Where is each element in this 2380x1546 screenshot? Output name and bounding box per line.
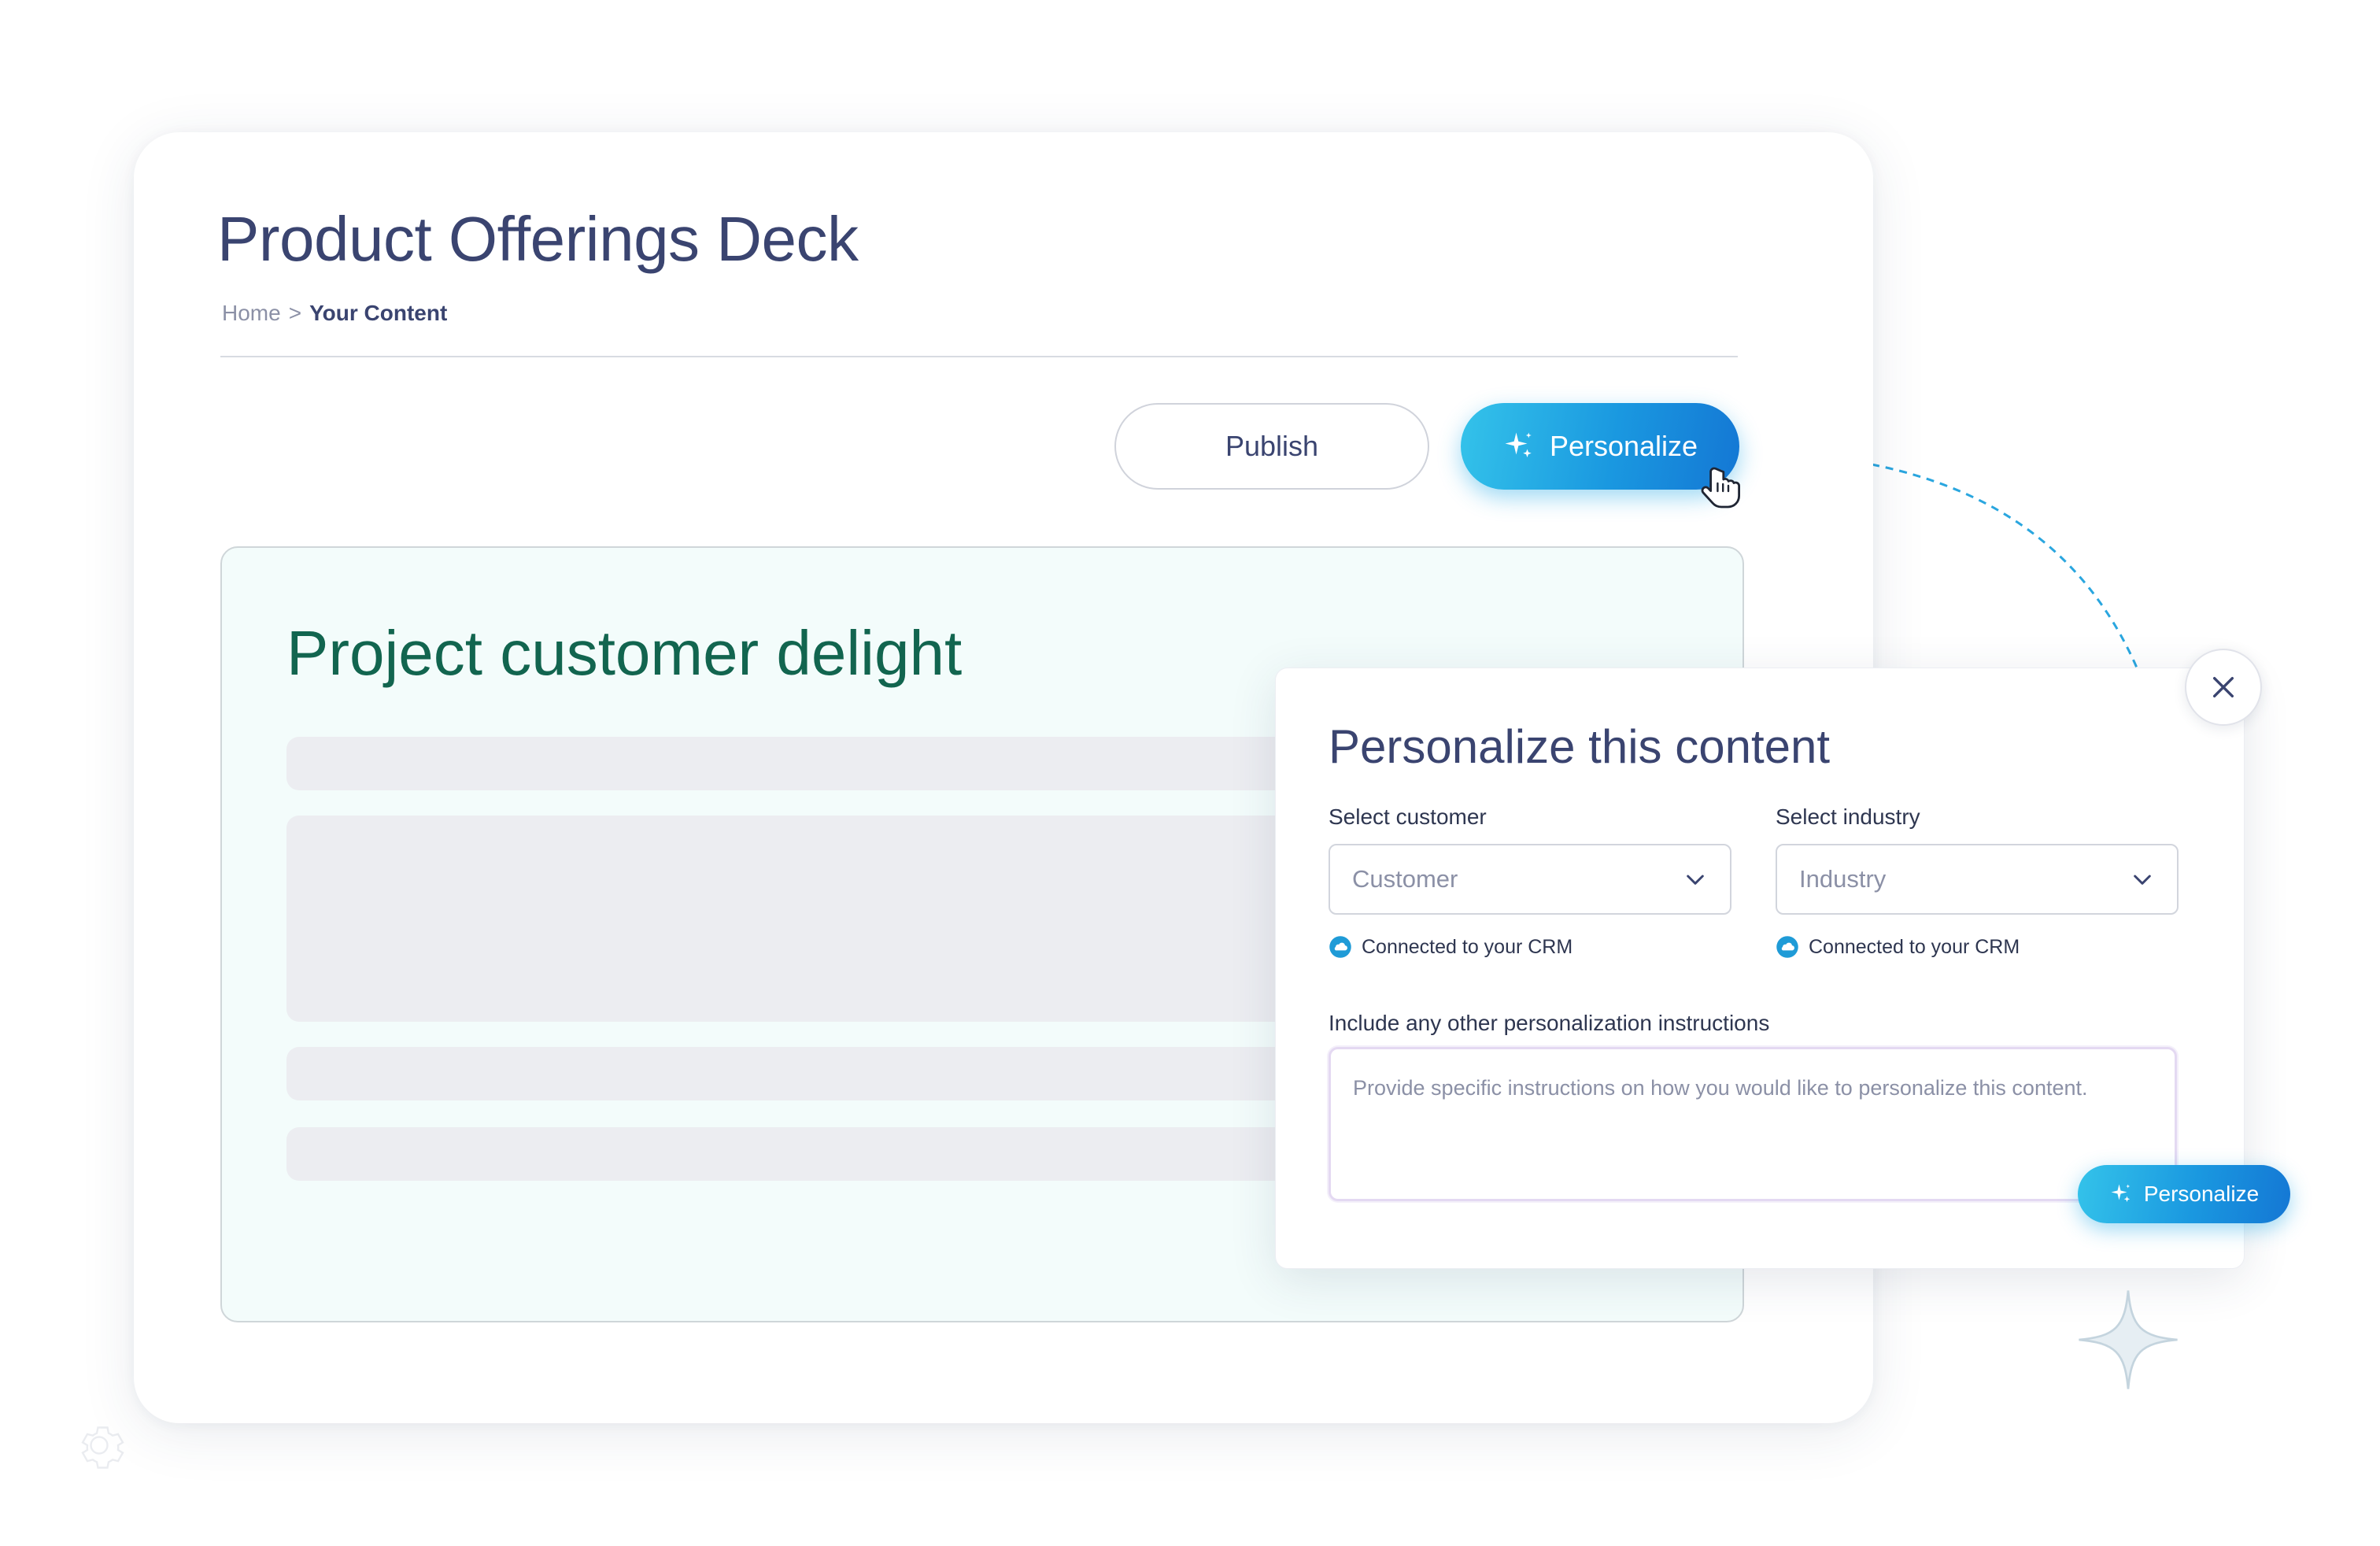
industry-select[interactable]: Industry bbox=[1776, 844, 2179, 915]
breadcrumb-home-link[interactable]: Home bbox=[222, 301, 281, 325]
customer-select[interactable]: Customer bbox=[1329, 844, 1731, 915]
industry-crm-note: Connected to your CRM bbox=[1809, 935, 2020, 958]
cloud-icon bbox=[1776, 936, 1798, 958]
customer-select-value: Customer bbox=[1352, 865, 1458, 893]
personalize-button[interactable]: Personalize bbox=[1461, 403, 1739, 490]
dashed-connector-arc bbox=[1871, 463, 2142, 677]
sparkle-icon bbox=[2111, 1184, 2131, 1202]
personalize-button-label: Personalize bbox=[1549, 430, 1698, 462]
instructions-label: Include any other personalization instru… bbox=[1329, 1011, 1770, 1035]
placeholder-line bbox=[286, 1047, 1325, 1100]
chevron-down-icon bbox=[1687, 875, 1704, 885]
chevron-down-icon bbox=[2134, 875, 2151, 885]
pointer-hand-icon bbox=[1701, 467, 1740, 509]
gear-icon bbox=[81, 1426, 124, 1469]
cloud-icon bbox=[1329, 936, 1351, 958]
placeholder-line bbox=[286, 737, 1325, 790]
customer-crm-note: Connected to your CRM bbox=[1362, 935, 1573, 958]
modal-title: Personalize this content bbox=[1329, 720, 1831, 773]
breadcrumb-separator: > bbox=[288, 301, 302, 325]
industry-select-value: Industry bbox=[1799, 865, 1887, 893]
sparkle-icon bbox=[1505, 432, 1532, 457]
placeholder-line bbox=[286, 1127, 1325, 1181]
breadcrumb-current: Your Content bbox=[309, 301, 448, 325]
slide-title: Project customer delight bbox=[286, 618, 963, 688]
industry-label: Select industry bbox=[1776, 804, 1920, 829]
close-button[interactable] bbox=[2185, 649, 2262, 726]
modal-personalize-button[interactable]: Personalize bbox=[2078, 1165, 2290, 1223]
publish-button-label: Publish bbox=[1225, 430, 1319, 462]
page-title: Product Offerings Deck bbox=[217, 204, 859, 274]
publish-button[interactable]: Publish bbox=[1114, 403, 1429, 490]
header-divider bbox=[220, 356, 1738, 357]
close-icon bbox=[2212, 676, 2234, 698]
star-icon bbox=[2079, 1290, 2178, 1389]
modal-personalize-button-label: Personalize bbox=[2143, 1182, 2260, 1206]
customer-label: Select customer bbox=[1329, 804, 1487, 829]
industry-crm-status: Connected to your CRM bbox=[1776, 935, 2020, 959]
placeholder-block bbox=[286, 816, 1325, 1022]
instructions-textarea[interactable]: Provide specific instructions on how you… bbox=[1329, 1047, 2177, 1201]
breadcrumb: Home > Your Content bbox=[222, 301, 447, 326]
customer-crm-status: Connected to your CRM bbox=[1329, 935, 1572, 959]
